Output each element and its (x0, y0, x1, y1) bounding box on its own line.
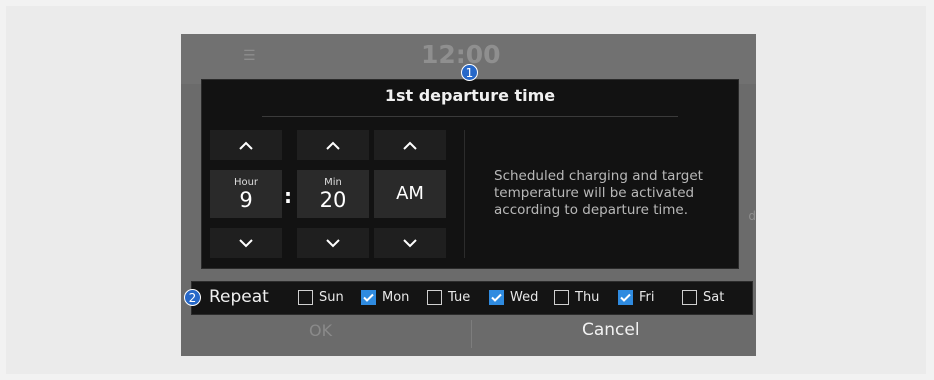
checkmark-icon (620, 293, 631, 302)
chevron-down-icon (326, 238, 340, 247)
hour-down-button[interactable] (210, 228, 282, 258)
ampm-value-box[interactable]: AM (374, 170, 446, 218)
departure-description: Scheduled charging and target temperatur… (494, 168, 703, 218)
cancel-button[interactable]: Cancel (582, 320, 640, 340)
checkbox-tue[interactable] (427, 290, 442, 305)
ampm-down-button[interactable] (374, 228, 446, 258)
chevron-down-icon (239, 238, 253, 247)
checkbox-fri[interactable] (618, 290, 633, 305)
minute-down-button[interactable] (297, 228, 369, 258)
day-sat-label: Sat (703, 290, 725, 305)
checkmark-icon (363, 293, 374, 302)
menu-icon[interactable]: ☰ (243, 48, 256, 64)
background-divider (471, 320, 472, 348)
day-mon-label: Mon (382, 290, 410, 305)
minute-label: Min (324, 177, 342, 188)
hour-value: 9 (239, 188, 253, 212)
ampm-up-button[interactable] (374, 130, 446, 160)
day-thu[interactable]: Thu (554, 290, 599, 305)
day-sun-label: Sun (319, 290, 344, 305)
column-divider (464, 130, 465, 258)
time-separator: : (284, 184, 292, 208)
chevron-up-icon (403, 141, 417, 150)
chevron-up-icon (326, 141, 340, 150)
checkbox-sun[interactable] (298, 290, 313, 305)
day-wed[interactable]: Wed (489, 290, 538, 305)
callout-1-badge: 1 (461, 64, 478, 81)
day-wed-label: Wed (510, 290, 539, 305)
background-clock: 12:00 (421, 40, 501, 69)
hour-column: Hour 9 (210, 130, 282, 258)
checkbox-thu[interactable] (554, 290, 569, 305)
hour-label: Hour (233, 177, 259, 188)
ok-button[interactable]: OK (309, 321, 332, 340)
checkbox-wed[interactable] (489, 290, 504, 305)
checkbox-mon[interactable] (361, 290, 376, 305)
title-divider (262, 116, 678, 117)
chevron-up-icon (239, 141, 253, 150)
day-tue-label: Tue (448, 290, 471, 305)
day-fri[interactable]: Fri (618, 290, 655, 305)
checkmark-icon (491, 293, 502, 302)
ampm-value: AM (396, 183, 424, 204)
checkbox-sat[interactable] (682, 290, 697, 305)
background-edge-text: d (748, 209, 756, 223)
repeat-bar: Repeat Sun Mon Tue Wed Thu Fri Sat (192, 282, 752, 314)
minute-value: 20 (319, 188, 347, 212)
hour-up-button[interactable] (210, 130, 282, 160)
day-sat[interactable]: Sat (682, 290, 724, 305)
day-thu-label: Thu (575, 290, 600, 305)
callout-2-badge: 2 (184, 289, 201, 306)
dialog-title: 1st departure time (384, 86, 556, 105)
day-mon[interactable]: Mon (361, 290, 409, 305)
chevron-down-icon (403, 238, 417, 247)
day-sun[interactable]: Sun (298, 290, 344, 305)
departure-time-dialog: 1st departure time Hour 9 : Min 20 AM Sc… (202, 80, 738, 268)
hour-value-box[interactable]: Hour 9 (210, 170, 282, 218)
repeat-label: Repeat (209, 287, 269, 307)
minute-column: Min 20 (297, 130, 369, 258)
minute-up-button[interactable] (297, 130, 369, 160)
minute-value-box[interactable]: Min 20 (297, 170, 369, 218)
day-fri-label: Fri (639, 290, 655, 305)
ampm-column: AM (374, 130, 446, 258)
day-tue[interactable]: Tue (427, 290, 470, 305)
